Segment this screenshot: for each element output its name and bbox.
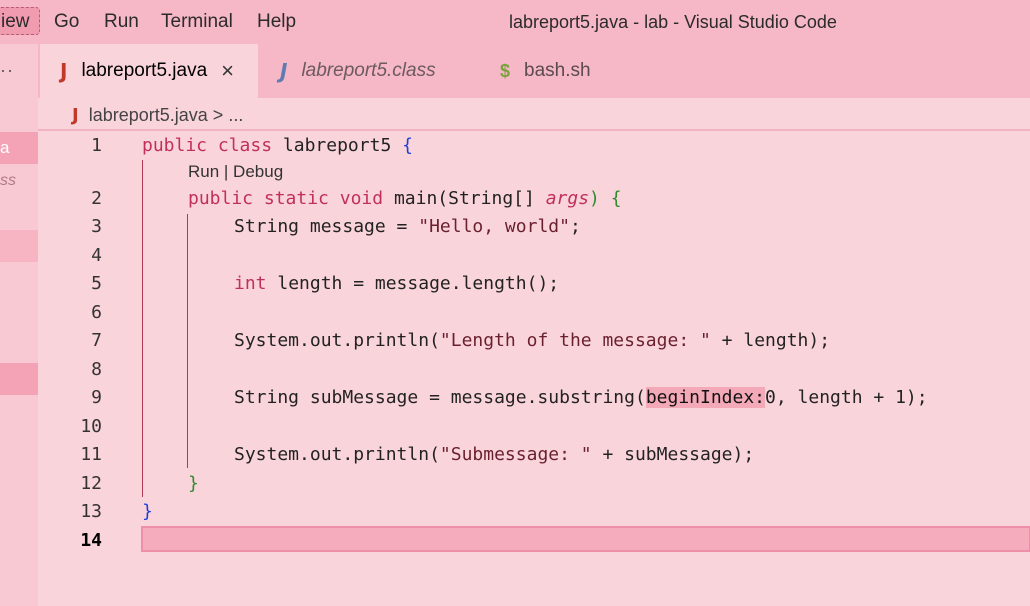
line-number: 11 — [80, 444, 102, 465]
breadcrumb-more[interactable]: ... — [228, 105, 243, 125]
code-line-7[interactable]: System.out.println("Length of the messag… — [234, 330, 830, 351]
breadcrumb-file[interactable]: labreport5.java — [89, 105, 208, 125]
line-number: 12 — [80, 473, 102, 494]
sidebar: ·· a ss — [0, 44, 38, 606]
tab-labreport5-java[interactable]: J labreport5.java × — [40, 44, 258, 98]
menu-view[interactable]: iew — [0, 7, 40, 35]
tab-label: labreport5.java — [81, 60, 208, 81]
sidebar-item-label: a — [0, 138, 10, 157]
code-line-13[interactable]: } — [142, 501, 153, 522]
line-number: 10 — [80, 416, 102, 437]
tab-labreport5-class[interactable]: J labreport5.class — [280, 44, 436, 98]
divider — [38, 129, 1030, 131]
java-icon: J — [60, 59, 68, 83]
line-number: 7 — [91, 330, 102, 351]
menu-help[interactable]: Help — [257, 10, 296, 34]
code-line-1[interactable]: public class labreport5 { — [142, 135, 413, 156]
line-number: 3 — [91, 216, 102, 237]
code-line-12[interactable]: } — [188, 473, 199, 494]
line-number: 6 — [91, 302, 102, 323]
dollar-icon: $ — [500, 60, 511, 81]
sidebar-item-selected[interactable]: a — [0, 132, 38, 164]
inlay-hint: beginIndex: — [645, 387, 766, 408]
line-number: 1 — [91, 135, 102, 156]
title-bar: iew Go Run Terminal Help labreport5.java… — [0, 0, 1030, 44]
more-icon[interactable]: ·· — [0, 60, 14, 81]
java-icon: J — [72, 105, 79, 126]
tab-bash-sh[interactable]: $ bash.sh — [500, 44, 591, 98]
codelens-run-debug[interactable]: Run | Debug — [188, 162, 283, 182]
code-line-11[interactable]: System.out.println("Submessage: " + subM… — [234, 444, 754, 465]
java-icon: J — [280, 59, 288, 83]
indent-guide — [142, 160, 143, 497]
close-icon[interactable]: × — [221, 58, 234, 84]
line-number: 13 — [80, 501, 102, 522]
menu-terminal[interactable]: Terminal — [161, 10, 233, 34]
code-line-3[interactable]: String message = "Hello, world"; — [234, 216, 581, 237]
line-number: 2 — [91, 188, 102, 209]
current-line-highlight — [141, 526, 1030, 552]
sidebar-item-label: ss — [0, 172, 16, 189]
breadcrumb: Jlabreport5.java > ... — [72, 103, 243, 128]
code-line-9[interactable]: String subMessage = message.substring(be… — [234, 387, 928, 408]
menu-go[interactable]: Go — [54, 10, 79, 34]
line-number: 9 — [91, 387, 102, 408]
line-number: 5 — [91, 273, 102, 294]
menu-run[interactable]: Run — [104, 10, 139, 34]
indent-guide — [187, 214, 188, 468]
tab-label: labreport5.class — [301, 60, 436, 81]
editor-tabs: J labreport5.java × J labreport5.class $… — [38, 44, 1030, 98]
sidebar-item[interactable] — [0, 363, 38, 395]
sidebar-item[interactable] — [0, 230, 38, 262]
line-number: 8 — [91, 359, 102, 380]
code-line-2[interactable]: public static void main(String[] args) { — [188, 188, 622, 209]
chevron-right-icon: > — [212, 105, 224, 125]
line-number-current: 14 — [80, 530, 102, 551]
window-title: labreport5.java - lab - Visual Studio Co… — [509, 12, 837, 32]
code-line-5[interactable]: int length = message.length(); — [234, 273, 559, 294]
line-number: 4 — [91, 245, 102, 266]
tab-label: bash.sh — [524, 60, 591, 81]
